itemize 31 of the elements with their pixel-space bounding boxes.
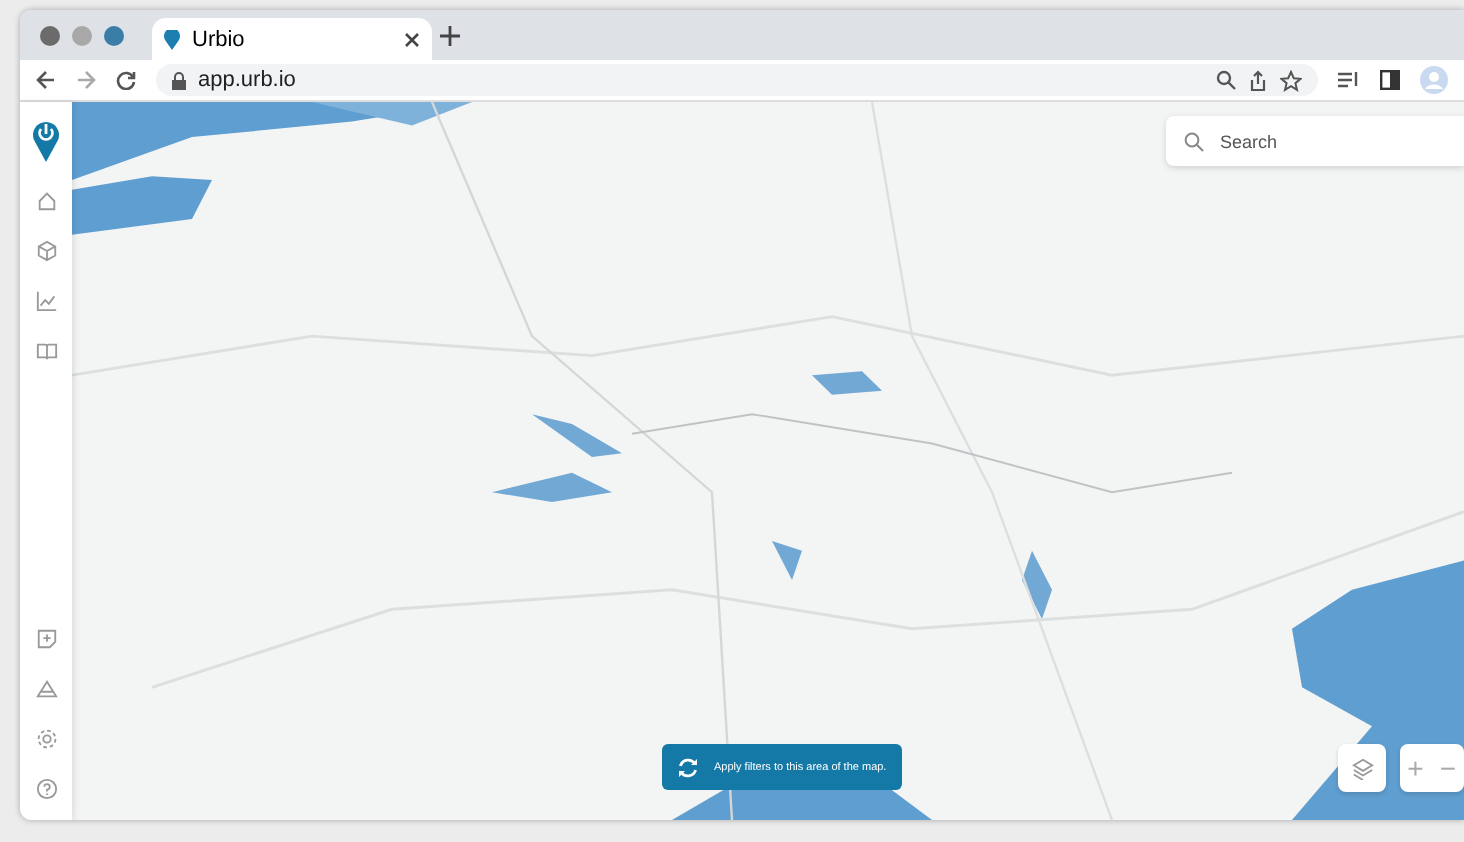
- chart-icon[interactable]: [35, 290, 57, 312]
- star-icon[interactable]: [1280, 69, 1302, 91]
- lock-icon: [172, 71, 186, 89]
- playlist-icon[interactable]: [1338, 70, 1360, 90]
- new-tab-icon[interactable]: [440, 25, 460, 45]
- layers-icon: [1351, 757, 1373, 779]
- cube-icon[interactable]: [35, 240, 57, 262]
- home-icon[interactable]: [35, 190, 57, 212]
- minimize-window-icon[interactable]: [72, 25, 92, 45]
- logo-icon[interactable]: [32, 118, 60, 162]
- search-icon: [1184, 131, 1204, 151]
- close-window-icon[interactable]: [40, 25, 60, 45]
- forward-icon[interactable]: [76, 70, 96, 90]
- back-icon[interactable]: [36, 70, 56, 90]
- maximize-window-icon[interactable]: [104, 25, 124, 45]
- refresh-icon: [678, 757, 698, 777]
- add-note-icon[interactable]: [35, 628, 57, 650]
- terrain-icon[interactable]: [35, 678, 57, 700]
- settings-icon[interactable]: [35, 728, 57, 750]
- share-icon[interactable]: [1248, 69, 1268, 91]
- help-icon[interactable]: [35, 778, 57, 800]
- search-field[interactable]: Search: [1166, 116, 1464, 166]
- layers-button[interactable]: [1338, 744, 1386, 792]
- close-tab-icon[interactable]: [404, 31, 420, 47]
- browser-tab[interactable]: Urbio: [152, 18, 432, 60]
- pin-icon: [164, 29, 180, 49]
- reload-icon[interactable]: [116, 70, 136, 90]
- book-icon[interactable]: [35, 340, 57, 362]
- side-panel-icon[interactable]: [1380, 70, 1400, 90]
- address-bar[interactable]: app.urb.io: [156, 64, 1318, 96]
- search-icon[interactable]: [1216, 70, 1236, 90]
